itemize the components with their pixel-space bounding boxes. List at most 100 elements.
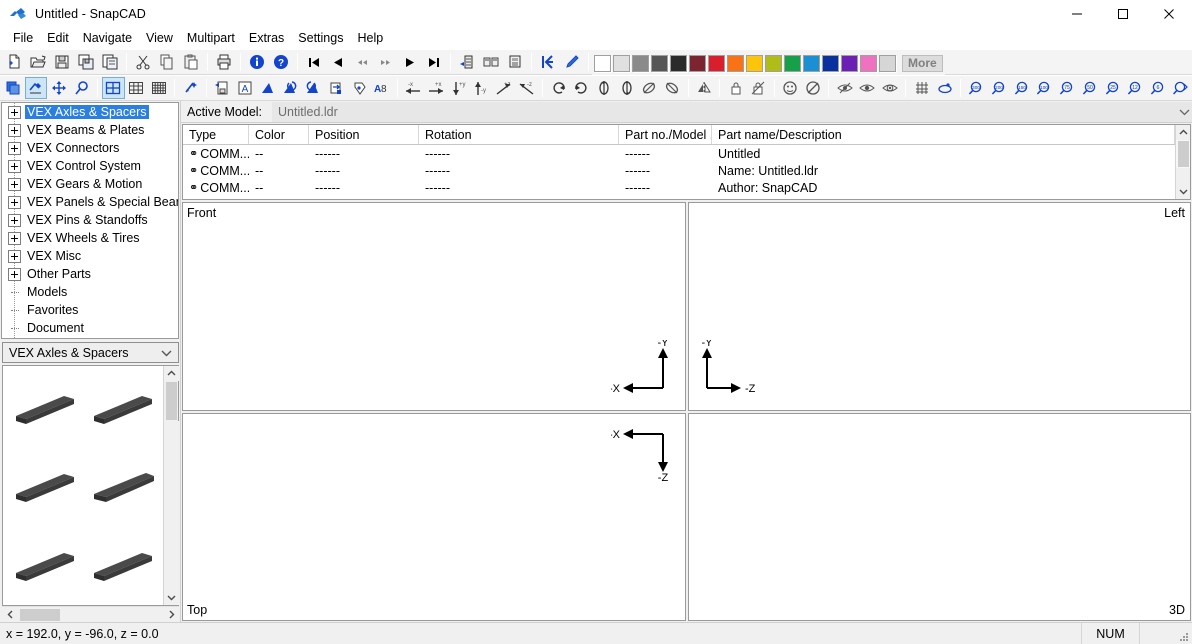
chevron-down-icon[interactable]	[161, 343, 172, 362]
show-ghost-icon[interactable]	[779, 77, 802, 99]
expand-icon[interactable]	[8, 141, 21, 155]
scroll-track[interactable]	[163, 421, 179, 590]
hide-ghost-icon[interactable]	[802, 77, 825, 99]
zoom-fit-icon[interactable]	[1170, 77, 1192, 99]
step-list-icon[interactable]	[479, 51, 503, 73]
rotate-ccw-icon[interactable]	[302, 77, 325, 99]
new-file-icon[interactable]	[2, 51, 26, 73]
move-plus-x-icon[interactable]: +x	[424, 77, 447, 99]
sidebar-item-vex-misc[interactable]: VEX Misc	[2, 247, 178, 265]
color-swatch[interactable]	[670, 54, 687, 72]
build-instructions-icon[interactable]	[503, 51, 527, 73]
zoom-150-icon[interactable]: 150	[1010, 77, 1033, 99]
axle-part-4[interactable]	[83, 446, 161, 524]
color-swatch[interactable]	[765, 54, 782, 72]
table-vertical-scrollbar[interactable]	[1175, 125, 1190, 199]
expand-icon[interactable]	[8, 231, 21, 245]
viewport-top[interactable]: Top -X -Z	[182, 412, 686, 621]
expand-icon[interactable]	[8, 267, 21, 281]
scroll-thumb[interactable]	[165, 382, 177, 420]
sidebar-item-vex-axles-spacers[interactable]: VEX Axles & Spacers	[2, 103, 178, 121]
add-text-icon[interactable]: A	[234, 77, 257, 99]
zoom-200-icon[interactable]: 200	[988, 77, 1011, 99]
sidebar-item-vex-wheels-tires[interactable]: VEX Wheels & Tires	[2, 229, 178, 247]
snap-icon[interactable]	[536, 51, 560, 73]
rotate-y-ccw-icon[interactable]	[547, 77, 570, 99]
grid-medium-icon[interactable]	[125, 77, 148, 99]
color-swatch[interactable]	[632, 54, 649, 72]
zoom-6-icon[interactable]: 6	[1147, 77, 1170, 99]
zoom-12-icon[interactable]: 12	[1124, 77, 1147, 99]
lock-part-icon[interactable]	[724, 77, 747, 99]
sidebar-item-document[interactable]: Document	[2, 319, 178, 337]
axle-part-6[interactable]	[83, 525, 161, 603]
scroll-left-icon[interactable]	[2, 607, 18, 623]
color-swatch[interactable]	[613, 54, 630, 72]
color-swatch[interactable]	[822, 54, 839, 72]
sidebar-item-favorites[interactable]: Favorites	[2, 301, 178, 319]
zoom-75-icon[interactable]: 75	[1056, 77, 1079, 99]
sidebar-item-other-parts[interactable]: Other Parts	[2, 265, 178, 283]
color-swatch[interactable]	[727, 54, 744, 72]
color-swatch[interactable]	[879, 54, 896, 72]
align-left-icon[interactable]	[256, 77, 279, 99]
snap-point-icon[interactable]	[933, 77, 956, 99]
zoom-tool-icon[interactable]	[70, 77, 93, 99]
axle-part-3[interactable]	[5, 446, 83, 524]
table-row[interactable]: ⚭ COMM... -- ------ ------ ------ Untitle…	[183, 145, 1175, 162]
nav-last-icon[interactable]	[422, 51, 446, 73]
scroll-up-icon[interactable]	[163, 366, 179, 381]
scroll-right-icon[interactable]	[163, 607, 179, 623]
save-file-icon[interactable]	[50, 51, 74, 73]
rotate-y-cw-icon[interactable]	[570, 77, 593, 99]
rotate-cw-icon[interactable]	[279, 77, 302, 99]
save-all-icon[interactable]	[74, 51, 98, 73]
show-all-icon[interactable]	[879, 77, 902, 99]
move-minus-z-icon[interactable]: -z	[515, 77, 538, 99]
menu-navigate[interactable]: Navigate	[76, 29, 139, 49]
move-plus-y-icon[interactable]: +y	[447, 77, 470, 99]
rotate-z-cw-icon[interactable]	[661, 77, 684, 99]
paste-icon[interactable]	[179, 51, 203, 73]
rotate-x-cw-icon[interactable]	[615, 77, 638, 99]
zoom-50-icon[interactable]: 50	[1079, 77, 1102, 99]
menu-extras[interactable]: Extras	[242, 29, 291, 49]
menu-edit[interactable]: Edit	[40, 29, 76, 49]
viewport-3d[interactable]: 3D	[687, 412, 1191, 621]
column-header-color[interactable]: Color	[249, 125, 309, 144]
pen-icon[interactable]	[560, 51, 584, 73]
viewport-front[interactable]: Front -Y -X	[182, 202, 686, 411]
parts-category-dropdown[interactable]: VEX Axles & Spacers	[2, 342, 179, 363]
parts-horizontal-scrollbar[interactable]	[2, 606, 179, 622]
new-part-icon[interactable]	[179, 77, 202, 99]
hide-part-icon[interactable]	[833, 77, 856, 99]
grid-fine-icon[interactable]	[147, 77, 170, 99]
close-button[interactable]	[1146, 0, 1192, 28]
color-swatch[interactable]	[746, 54, 763, 72]
save-as-icon[interactable]	[98, 51, 122, 73]
expand-icon[interactable]	[8, 177, 21, 191]
sidebar-item-vex-control-system[interactable]: VEX Control System	[2, 157, 178, 175]
rotate-z-ccw-icon[interactable]	[638, 77, 661, 99]
menu-help[interactable]: Help	[350, 29, 390, 49]
color-swatch[interactable]	[689, 54, 706, 72]
grid-toggle-icon[interactable]	[910, 77, 933, 99]
column-header-type[interactable]: Type	[183, 125, 249, 144]
open-file-icon[interactable]	[26, 51, 50, 73]
scroll-thumb[interactable]	[20, 608, 60, 621]
table-row[interactable]: ⚭ COMM... -- ------ ------ ------ Name: U…	[183, 162, 1175, 179]
column-header-description[interactable]: Part name/Description	[712, 125, 1175, 144]
minimize-button[interactable]	[1054, 0, 1100, 28]
font-icon[interactable]: A8	[370, 77, 393, 99]
color-swatch[interactable]	[651, 54, 668, 72]
color-swatch[interactable]	[708, 54, 725, 72]
unlock-part-icon[interactable]	[747, 77, 770, 99]
cut-icon[interactable]	[131, 51, 155, 73]
select-tool-icon[interactable]	[2, 77, 25, 99]
color-swatch[interactable]	[803, 54, 820, 72]
color-part-icon[interactable]	[347, 77, 370, 99]
help-icon[interactable]: ?	[269, 51, 293, 73]
copy-icon[interactable]	[155, 51, 179, 73]
column-header-position[interactable]: Position	[309, 125, 419, 144]
active-model-field[interactable]: Untitled.ldr	[272, 101, 1176, 122]
